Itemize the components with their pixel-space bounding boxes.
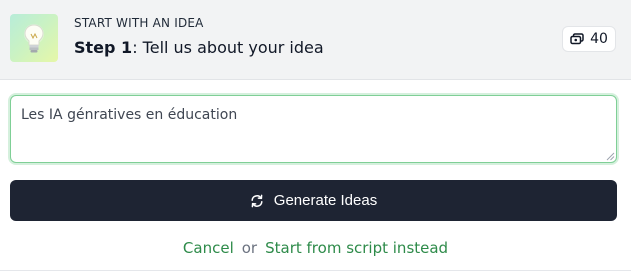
coins-icon	[570, 33, 584, 45]
idea-thumbnail	[10, 14, 58, 62]
credits-count: 40	[590, 31, 608, 47]
start-from-script-link[interactable]: Start from script instead	[265, 239, 448, 257]
step-label: Step 1	[74, 38, 133, 57]
cancel-link[interactable]: Cancel	[183, 239, 234, 257]
header-bar: START WITH AN IDEA Step 1: Tell us about…	[0, 0, 631, 80]
footer-links: Cancel or Start from script instead	[0, 239, 631, 257]
header-kicker: START WITH AN IDEA	[74, 16, 204, 30]
credits-badge[interactable]: 40	[562, 26, 616, 52]
generate-ideas-button[interactable]: Generate Ideas	[10, 180, 617, 221]
lightbulb-icon	[24, 24, 44, 53]
bottom-divider	[0, 270, 631, 271]
resize-grip-icon[interactable]	[605, 151, 615, 161]
idea-input[interactable]: Les IA génratives en éducation	[10, 95, 617, 163]
or-separator: or	[241, 239, 258, 257]
generate-ideas-label: Generate Ideas	[273, 192, 378, 209]
step-description: : Tell us about your idea	[132, 38, 324, 57]
refresh-icon	[251, 194, 263, 207]
step-title: Step 1: Tell us about your idea	[74, 38, 324, 57]
